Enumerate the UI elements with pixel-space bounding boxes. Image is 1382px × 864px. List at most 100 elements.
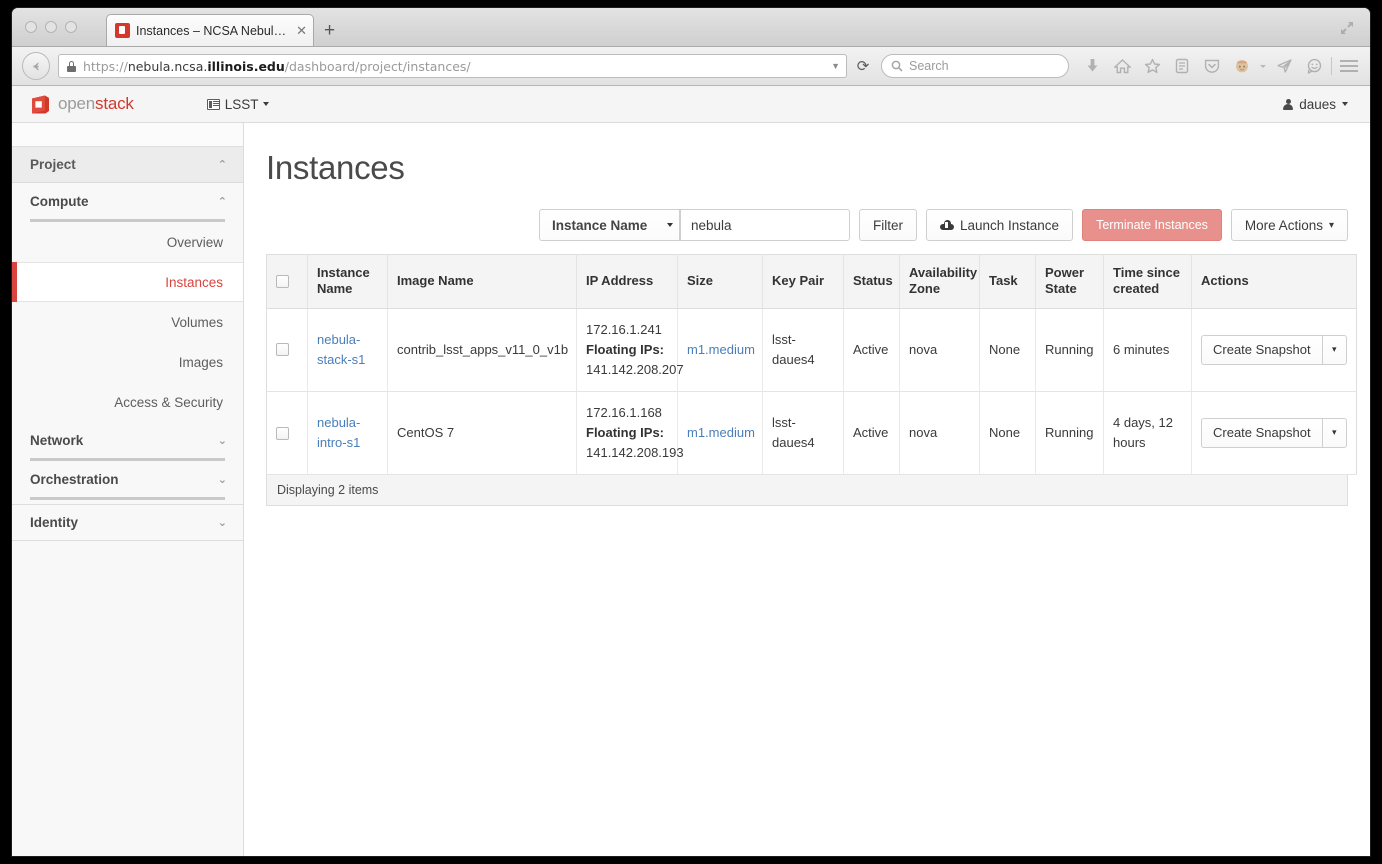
flavor-link[interactable]: m1.medium — [687, 425, 755, 440]
browser-nav-bar: https://nebula.ncsa.illinois.edu/dashboa… — [12, 47, 1370, 86]
cell-power-state: Running — [1035, 308, 1104, 392]
row-select-cell — [266, 308, 308, 392]
download-icon[interactable] — [1077, 54, 1107, 78]
select-all-checkbox[interactable] — [276, 274, 289, 288]
sidebar-item-label: Volumes — [171, 314, 223, 330]
col-time-since-created[interactable]: Time since created — [1103, 254, 1192, 309]
terminate-instances-label: Terminate Instances — [1096, 218, 1208, 232]
sidebar-item-instances[interactable]: Instances — [12, 262, 243, 302]
window-controls[interactable] — [25, 21, 77, 33]
filter-text-input[interactable] — [679, 209, 850, 241]
address-bar[interactable]: https://nebula.ncsa.illinois.edu/dashboa… — [58, 54, 847, 78]
row-checkbox[interactable] — [276, 426, 289, 440]
create-snapshot-button[interactable]: Create Snapshot — [1201, 418, 1322, 449]
more-actions-button[interactable]: More Actions ▾ — [1230, 209, 1348, 241]
sidebar-item-volumes[interactable]: Volumes — [12, 302, 243, 342]
persona-caret-icon[interactable] — [1257, 54, 1269, 78]
cell-availability-zone: nova — [899, 391, 980, 476]
sidebar-group-network[interactable]: Network ⌄ — [12, 422, 243, 458]
table-row: nebula-intro-s1 CentOS 7 172.16.1.168 Fl… — [266, 391, 1357, 476]
chevron-up-icon: ⌃ — [217, 194, 227, 208]
close-window-button[interactable] — [25, 21, 37, 33]
row-select-cell — [266, 391, 308, 476]
filter-field-value: Instance Name — [551, 217, 648, 233]
sidebar-item-overview[interactable]: Overview — [12, 222, 243, 262]
new-tab-button[interactable]: + — [324, 21, 335, 40]
reload-icon[interactable]: ⟳ — [855, 57, 871, 75]
flavor-link[interactable]: m1.medium — [687, 342, 755, 357]
row-actions-dropdown-button[interactable]: ▾ — [1321, 334, 1347, 365]
col-availability-zone[interactable]: Availability Zone — [899, 254, 980, 309]
sidebar-panel-label: Project — [30, 157, 76, 172]
user-menu[interactable]: daues — [1283, 97, 1348, 112]
browser-search-box[interactable]: Search — [881, 54, 1069, 78]
sidebar-panel-identity[interactable]: Identity ⌄ — [12, 505, 243, 541]
col-power-state[interactable]: Power State — [1035, 254, 1104, 309]
col-key-pair[interactable]: Key Pair — [762, 254, 844, 309]
minimize-window-button[interactable] — [45, 21, 57, 33]
sidebar-panel-project[interactable]: Project ⌃ — [12, 147, 243, 183]
sidebar-group-rule — [30, 497, 225, 500]
browser-tab[interactable]: Instances – NCSA Nebula ... ✕ — [106, 14, 314, 46]
launch-instance-button[interactable]: Launch Instance — [925, 209, 1074, 241]
zoom-window-button[interactable] — [65, 21, 77, 33]
table-action-bar: Instance Name Filter Launch Instance — [266, 209, 1348, 241]
sidebar-group-orchestration[interactable]: Orchestration ⌄ — [12, 461, 243, 497]
fullscreen-icon[interactable] — [1338, 19, 1356, 37]
col-ip-address[interactable]: IP Address — [576, 254, 678, 309]
cell-time-since-created: 4 days, 12 hours — [1103, 391, 1192, 476]
address-dropdown-icon[interactable]: ▼ — [823, 61, 840, 71]
instance-name-link[interactable]: nebula-stack-s1 — [317, 332, 365, 367]
cell-ip-address: 172.16.1.241 Floating IPs: 141.142.208.2… — [576, 308, 684, 392]
home-icon[interactable] — [1107, 54, 1137, 78]
send-tab-icon[interactable] — [1269, 54, 1299, 78]
create-snapshot-button[interactable]: Create Snapshot — [1201, 334, 1322, 365]
sidebar-item-label: Access & Security — [114, 394, 223, 410]
persona-face-icon[interactable] — [1227, 54, 1257, 78]
col-status[interactable]: Status — [843, 254, 900, 309]
cell-status: Active — [843, 308, 900, 392]
sidebar-group-label: Compute — [30, 193, 89, 209]
row-actions-dropdown-button[interactable]: ▾ — [1321, 418, 1347, 449]
pocket-shield-icon[interactable] — [1197, 54, 1227, 78]
filter-field-select[interactable]: Instance Name — [538, 209, 679, 241]
col-task[interactable]: Task — [979, 254, 1036, 309]
hamburger-menu-icon[interactable] — [1334, 54, 1364, 78]
cell-time-since-created: 6 minutes — [1103, 308, 1192, 392]
cell-actions: Create Snapshot ▾ — [1191, 391, 1357, 476]
launch-instance-label: Launch Instance — [959, 217, 1060, 233]
instance-name-link[interactable]: nebula-intro-s1 — [317, 415, 360, 450]
col-image-name[interactable]: Image Name — [387, 254, 577, 309]
col-instance-name[interactable]: Instance Name — [307, 254, 388, 309]
url-text: https://nebula.ncsa.illinois.edu/dashboa… — [83, 58, 471, 74]
openstack-logo[interactable]: openstack — [30, 94, 134, 115]
cell-power-state: Running — [1035, 391, 1104, 476]
chevron-up-icon: ⌃ — [217, 158, 227, 171]
chevron-down-icon: ▾ — [1328, 219, 1334, 231]
col-size[interactable]: Size — [677, 254, 763, 309]
sidebar-item-label: Instances — [165, 274, 223, 290]
cell-status: Active — [843, 391, 900, 476]
fixed-ip: 172.16.1.241 — [586, 321, 662, 337]
chevron-down-icon — [666, 223, 673, 227]
cell-key-pair: lsst-daues4 — [762, 308, 844, 392]
browser-toolbar-icons — [1077, 54, 1370, 78]
bookmark-star-icon[interactable] — [1137, 54, 1167, 78]
terminate-instances-button[interactable]: Terminate Instances — [1082, 209, 1222, 241]
chevron-down-icon: ⌄ — [217, 433, 227, 447]
sidebar-item-images[interactable]: Images — [12, 342, 243, 382]
close-tab-icon[interactable]: ✕ — [296, 24, 307, 37]
page-title: Instances — [266, 149, 405, 186]
filter-button[interactable]: Filter — [858, 209, 917, 241]
sidebar-group-compute[interactable]: Compute ⌃ — [12, 183, 243, 219]
reading-list-icon[interactable] — [1167, 54, 1197, 78]
tenant-switcher[interactable]: LSST — [206, 97, 270, 112]
row-checkbox[interactable] — [276, 343, 289, 357]
cell-actions: Create Snapshot ▾ — [1191, 308, 1357, 392]
back-button[interactable] — [22, 52, 50, 80]
sidebar-item-label: Images — [178, 354, 223, 370]
toolbar-divider — [1331, 57, 1332, 75]
chat-smiley-icon[interactable] — [1299, 54, 1329, 78]
sidebar-item-access-and-security[interactable]: Access & Security — [12, 382, 243, 422]
cell-availability-zone: nova — [899, 308, 980, 392]
